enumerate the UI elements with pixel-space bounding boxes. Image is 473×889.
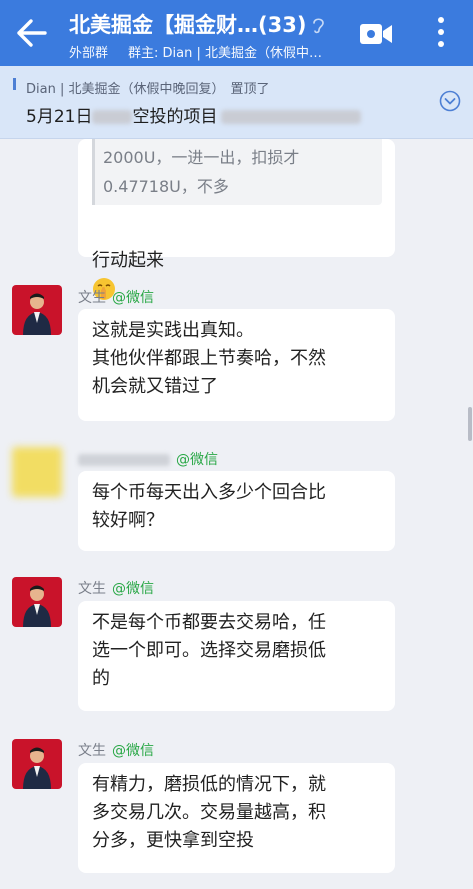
- pinned-author: Dian | 北美掘金（休假中晚回复）: [26, 82, 225, 97]
- external-group-tag: 外部群: [69, 46, 109, 61]
- redacted-text: [92, 110, 133, 124]
- quoted-message: 2000U，一进一出，扣损才 0.47718U，不多: [92, 139, 382, 205]
- redacted-sender-name: [78, 454, 170, 466]
- message-bubble[interactable]: 2000U，一进一出，扣损才 0.47718U，不多 行动起来: [78, 139, 395, 300]
- sender-name: 文生 @微信: [78, 578, 154, 598]
- sender-source: @微信: [176, 452, 218, 468]
- message-bubble[interactable]: 有精力，磨损低的情况下，就 多交易几次。交易量越高，积 分多，更快拿到空投: [78, 763, 395, 873]
- avatar-image: [12, 739, 62, 789]
- sender-name: 文生 @微信: [78, 287, 154, 307]
- avatar[interactable]: [12, 285, 62, 335]
- group-title[interactable]: 北美掘金【掘金财…(33): [69, 9, 306, 39]
- sender-name: 文生 @微信: [78, 740, 154, 760]
- pinned-meta: Dian | 北美掘金（休假中晚回复） 置顶了: [26, 78, 270, 97]
- pinned-text: 5月21日 空投的项目: [26, 102, 362, 127]
- message-bubble[interactable]: 不是每个币都要去交易哈，任 选一个即可。选择交易磨损低 的: [78, 601, 395, 711]
- avatar[interactable]: [12, 577, 62, 627]
- back-arrow-icon[interactable]: [15, 18, 49, 48]
- message-bubble[interactable]: 每个币每天出入多少个回合比 较好啊？: [78, 471, 395, 551]
- avatar-image: [12, 577, 62, 627]
- message-text-content: 行动起来: [92, 250, 164, 271]
- scrollbar[interactable]: [468, 407, 472, 441]
- pinned-label: 置顶了: [230, 82, 270, 97]
- group-subtitle: 外部群 群主: Dian | 北美掘金（休假中…: [69, 42, 339, 61]
- avatar[interactable]: [12, 739, 62, 789]
- sender-source: @微信: [112, 743, 154, 759]
- redacted-text: [221, 110, 362, 124]
- more-options-icon[interactable]: [432, 14, 450, 50]
- message-list[interactable]: 2000U，一进一出，扣损才 0.47718U，不多 行动起来 文生 @微信 这就…: [0, 139, 473, 889]
- member-count: (33): [258, 13, 307, 37]
- group-owner: 群主: Dian | 北美掘金（休假中…: [128, 46, 323, 61]
- video-call-icon[interactable]: [359, 22, 393, 46]
- sender-name: @微信: [78, 449, 218, 469]
- sender-source: @微信: [112, 290, 154, 306]
- message-bubble[interactable]: 这就是实践出真知。 其他伙伴都跟上节奏哈，不然 机会就又错过了: [78, 309, 395, 421]
- sender-name-text: 文生: [78, 581, 106, 597]
- sender-name-text: 文生: [78, 290, 106, 306]
- pinned-message-banner[interactable]: Dian | 北美掘金（休假中晚回复） 置顶了 5月21日 空投的项目: [0, 66, 473, 139]
- ear-icon: [313, 18, 324, 34]
- sender-name-text: 文生: [78, 743, 106, 759]
- pinned-body: 空投的项目: [132, 107, 218, 127]
- group-name: 北美掘金【掘金财…: [69, 13, 258, 37]
- avatar[interactable]: [12, 447, 62, 497]
- avatar-image: [12, 285, 62, 335]
- pinned-accent-bar: [13, 78, 16, 90]
- sender-source: @微信: [112, 581, 154, 597]
- expand-chevron-icon[interactable]: [439, 90, 461, 112]
- chat-header: 北美掘金【掘金财…(33) 外部群 群主: Dian | 北美掘金（休假中…: [0, 0, 473, 66]
- pinned-date: 5月21日: [26, 107, 93, 127]
